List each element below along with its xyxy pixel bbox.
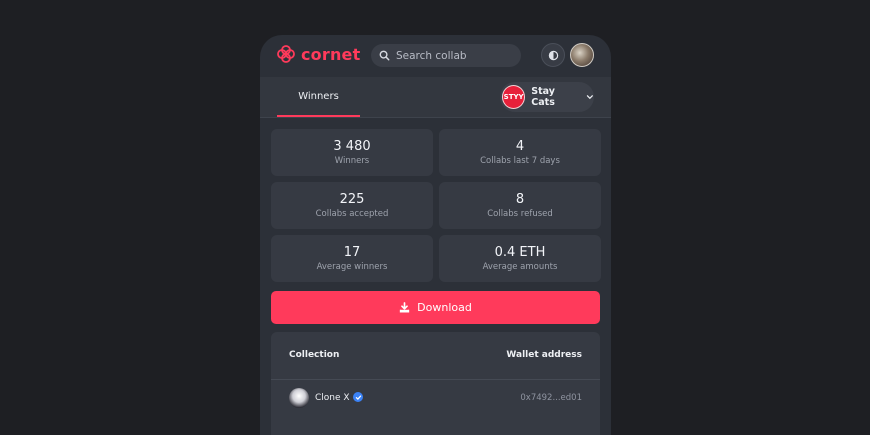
project-name: Stay Cats	[531, 86, 555, 108]
stat-card-average-winners: 17 Average winners	[271, 235, 433, 282]
project-selector[interactable]: STYY Stay Cats	[500, 82, 594, 112]
stat-value: 4	[515, 138, 525, 154]
collection-avatar	[289, 388, 309, 408]
stat-card-collabs-accepted: 225 Collabs accepted	[271, 182, 433, 229]
stat-label: Collabs refused	[487, 208, 553, 219]
table-row[interactable]: Clone X 0x7492...ed01	[271, 387, 600, 408]
stats-grid: 3 480 Winners 4 Collabs last 7 days 225 …	[271, 129, 601, 282]
theme-toggle-button[interactable]	[541, 43, 565, 67]
stat-card-average-amounts: 0.4 ETH Average amounts	[439, 235, 601, 282]
project-logo: STYY	[502, 85, 526, 109]
stat-card-collabs-refused: 8 Collabs refused	[439, 182, 601, 229]
stat-value: 8	[515, 191, 525, 207]
stat-label: Collabs accepted	[315, 208, 389, 219]
winners-table: Collection Wallet address Clone X 0x7492…	[271, 332, 600, 435]
stat-label: Average amounts	[482, 261, 558, 272]
cornet-logo-icon	[277, 45, 295, 63]
search-icon	[379, 50, 390, 61]
tab-winners[interactable]: Winners	[277, 77, 360, 117]
stat-value: 17	[343, 244, 361, 260]
logo[interactable]: cornet	[276, 44, 360, 64]
search-placeholder: Search collab	[396, 49, 467, 62]
search-input[interactable]: Search collab	[371, 44, 521, 67]
column-header-collection: Collection	[289, 350, 340, 360]
download-label: Download	[417, 301, 472, 314]
stat-card-winners: 3 480 Winners	[271, 129, 433, 176]
logo-text: cornet	[301, 44, 361, 64]
verified-badge-icon	[353, 392, 363, 402]
stat-value: 225	[339, 191, 365, 207]
stat-label: Average winners	[316, 261, 388, 272]
download-button[interactable]: Download	[271, 291, 600, 324]
stat-card-collabs-last-7-days: 4 Collabs last 7 days	[439, 129, 601, 176]
stat-label: Winners	[334, 155, 370, 166]
wallet-address[interactable]: 0x7492...ed01	[520, 393, 582, 403]
collection-name: Clone X	[315, 393, 350, 403]
column-header-wallet-address: Wallet address	[506, 350, 582, 360]
tab-divider	[260, 117, 611, 118]
contrast-icon	[548, 50, 558, 60]
stat-label: Collabs last 7 days	[480, 155, 560, 166]
table-divider	[271, 379, 600, 380]
download-icon	[399, 302, 410, 313]
chevron-down-icon	[587, 95, 594, 100]
stat-value: 0.4 ETH	[494, 244, 546, 260]
user-avatar[interactable]	[570, 43, 594, 67]
top-bar: cornet Search collab	[260, 35, 611, 77]
stat-value: 3 480	[333, 138, 371, 154]
app-window: cornet Search collab Winners STYY Stay C…	[260, 35, 611, 435]
